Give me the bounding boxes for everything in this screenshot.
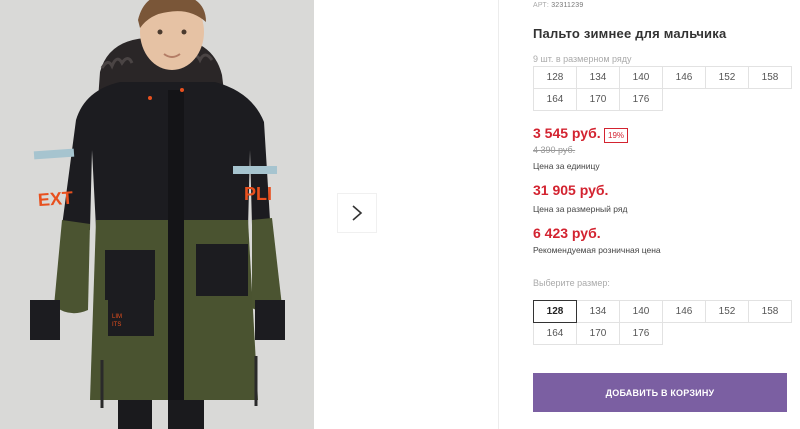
size-set-grid: 128 134 140 146 152 158 164 170 176 <box>533 66 792 111</box>
retail-price-caption: Рекомендуемая розничная цена <box>533 245 661 255</box>
size-select-grid: 128 134 140 146 152 158 164 170 176 <box>533 300 792 345</box>
size-set-cell: 140 <box>619 66 663 89</box>
size-set-caption: 9 шт. в размерном ряду <box>533 54 632 64</box>
size-option[interactable]: 146 <box>662 300 706 323</box>
panel-divider <box>498 0 499 429</box>
retail-price: 6 423 руб. <box>533 225 601 241</box>
size-set-cell: 152 <box>705 66 749 89</box>
size-option[interactable]: 140 <box>619 300 663 323</box>
article-number: АРТ: 32311239 <box>533 2 583 9</box>
article-value: 32311239 <box>551 2 584 9</box>
size-option[interactable]: 164 <box>533 322 577 345</box>
discount-badge: 19% <box>604 128 629 143</box>
size-option[interactable]: 158 <box>748 300 792 323</box>
boy-in-winter-coat-illustration: EXT PLI LIM ITS <box>0 0 314 429</box>
size-option[interactable]: 128 <box>533 300 577 323</box>
set-price: 31 905 руб. <box>533 182 609 198</box>
size-set-cell: 164 <box>533 88 577 111</box>
product-gallery: EXT PLI LIM ITS <box>0 0 498 429</box>
unit-price-caption: Цена за единицу <box>533 161 600 171</box>
size-option[interactable]: 170 <box>576 322 620 345</box>
product-title: Пальто зимнее для мальчика <box>533 26 727 41</box>
size-option[interactable]: 134 <box>576 300 620 323</box>
size-set-cell: 176 <box>619 88 663 111</box>
chevron-right-icon <box>352 205 363 221</box>
unit-price: 3 545 руб. <box>533 125 601 141</box>
old-price: 4 390 руб. <box>533 145 576 155</box>
size-select-caption: Выберите размер: <box>533 278 610 288</box>
add-to-cart-button[interactable]: ДОБАВИТЬ В КОРЗИНУ <box>533 373 787 412</box>
svg-text:LIM: LIM <box>112 314 122 320</box>
size-option[interactable]: 152 <box>705 300 749 323</box>
gallery-next-button[interactable] <box>337 193 377 233</box>
size-option[interactable]: 176 <box>619 322 663 345</box>
article-label: АРТ: <box>533 2 550 9</box>
svg-text:ITS: ITS <box>112 322 121 328</box>
svg-text:PLI: PLI <box>244 184 272 204</box>
size-set-cell: 158 <box>748 66 792 89</box>
size-set-cell: 134 <box>576 66 620 89</box>
size-set-cell: 128 <box>533 66 577 89</box>
size-set-cell: 146 <box>662 66 706 89</box>
set-price-caption: Цена за размерный ряд <box>533 204 628 214</box>
svg-text:EXT: EXT <box>37 188 73 210</box>
size-set-cell: 170 <box>576 88 620 111</box>
product-photo[interactable]: EXT PLI LIM ITS <box>0 0 314 429</box>
